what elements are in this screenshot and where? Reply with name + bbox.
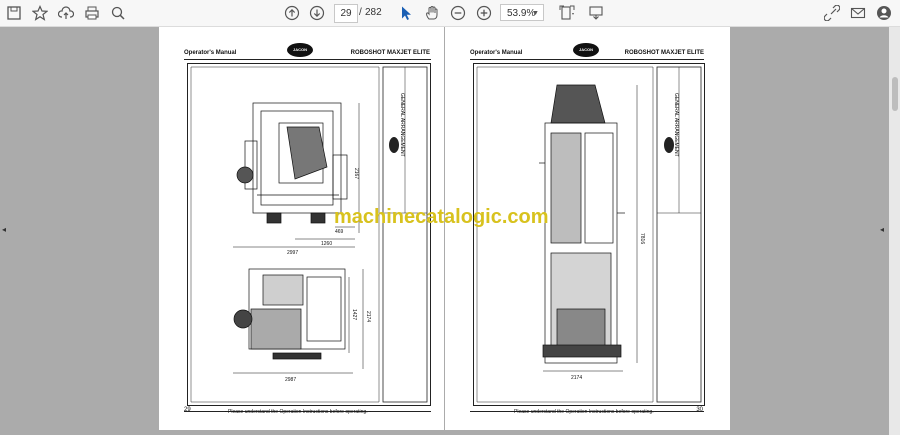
watermark-text: machinecatalogic.com [334, 206, 549, 228]
page-up-icon[interactable] [282, 3, 302, 23]
pdf-toolbar: 29 / 282 53.9% ▼ [0, 0, 900, 27]
chevron-down-icon: ▼ [532, 10, 539, 17]
page-number: 30 [696, 407, 703, 413]
svg-text:GENERAL ARRANGEMENT: GENERAL ARRANGEMENT [399, 93, 405, 157]
page-header-model: ROBOSHOT MAXJET ELITE [624, 50, 704, 56]
page-header-title: Operator's Manual [184, 50, 237, 56]
brand-logo: JACON [287, 43, 313, 57]
page-header-model: ROBOSHOT MAXJET ELITE [350, 50, 430, 56]
header-divider [470, 59, 704, 60]
header-divider [184, 59, 431, 60]
account-icon[interactable] [874, 3, 894, 23]
zoom-in-icon[interactable] [474, 3, 494, 23]
page-number: 29 [184, 407, 191, 413]
hand-icon[interactable] [422, 3, 442, 23]
dimension-label: 7816 [639, 233, 645, 244]
page-down-icon[interactable] [307, 3, 327, 23]
link-icon[interactable] [822, 3, 842, 23]
select-cursor-icon[interactable] [396, 3, 416, 23]
page-separator: / [359, 7, 362, 18]
dimension-label: 469 [335, 229, 344, 235]
dimension-label: 1427 [351, 309, 357, 320]
bookmark-star-icon[interactable] [30, 3, 50, 23]
zoom-level-select[interactable]: 53.9% ▼ [500, 4, 544, 21]
print-icon[interactable] [82, 3, 102, 23]
brand-logo: JACON [573, 43, 599, 57]
page-footer-note: - Please understand the Operation Instru… [225, 409, 371, 415]
page-header-title: Operator's Manual [470, 50, 523, 56]
zoom-search-icon[interactable] [108, 3, 128, 23]
upload-icon[interactable] [56, 3, 76, 23]
page-footer-note: - Please understand the Operation Instru… [511, 409, 657, 415]
annotate-icon[interactable] [586, 3, 606, 23]
dimension-label: 1260 [321, 241, 332, 247]
fit-page-icon[interactable] [556, 3, 578, 23]
page-number-input[interactable]: 29 [334, 4, 358, 23]
dimension-label: 2174 [365, 311, 371, 322]
dimension-label: 2997 [287, 250, 298, 256]
left-panel-toggle-icon[interactable]: ◂ [2, 225, 6, 234]
dimension-label: 2167 [353, 168, 359, 179]
vertical-scrollbar[interactable] [889, 27, 900, 435]
dimension-label: 2987 [285, 377, 296, 383]
general-arrangement-drawing: GENERAL ARRANGEMENT 2997 1260 2167 469 2… [190, 66, 428, 403]
dimension-label: 2174 [571, 375, 582, 381]
save-icon[interactable] [4, 3, 24, 23]
svg-text:GENERAL ARRANGEMENT: GENERAL ARRANGEMENT [673, 93, 679, 157]
zoom-out-icon[interactable] [448, 3, 468, 23]
general-arrangement-drawing: GENERAL ARRANGEMENT 7816 2174 [476, 66, 702, 403]
page-total: 282 [365, 7, 382, 18]
mail-icon[interactable] [848, 3, 868, 23]
right-panel-toggle-icon[interactable]: ◂ [880, 225, 884, 234]
scrollbar-thumb[interactable] [892, 77, 898, 111]
